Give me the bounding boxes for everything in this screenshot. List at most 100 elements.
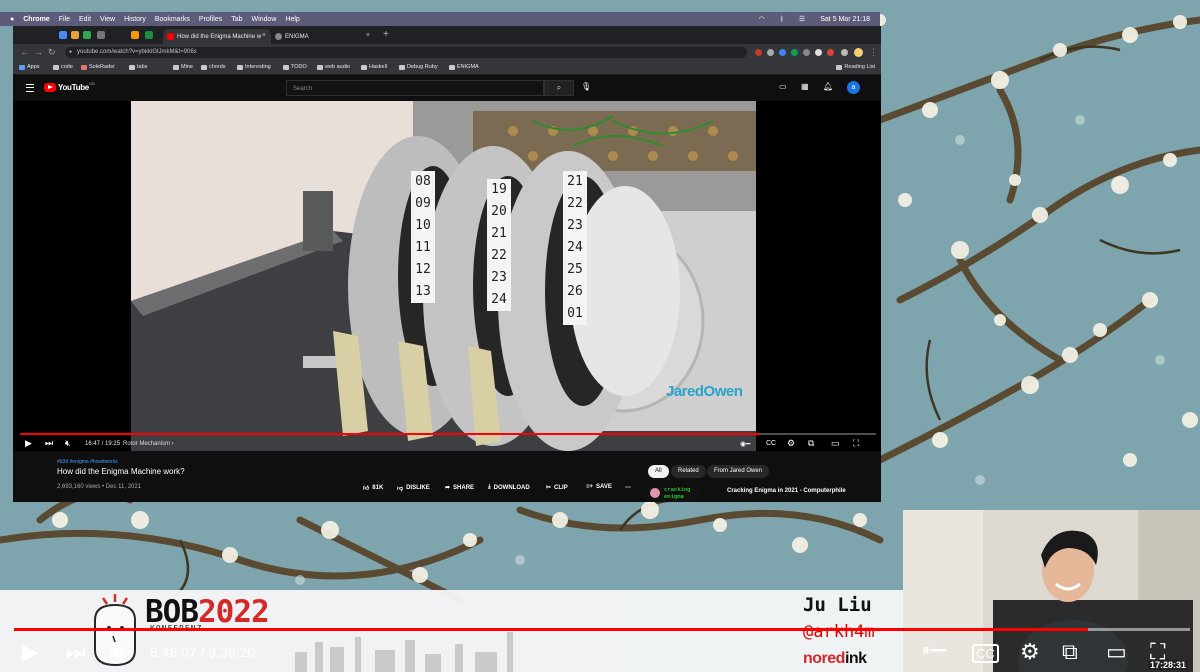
wifi-icon[interactable]: ◠ <box>759 15 765 23</box>
bookmark-code[interactable]: code <box>53 64 73 70</box>
microphone-icon[interactable]: 🎙 <box>581 82 591 91</box>
extension-icon[interactable] <box>767 49 774 56</box>
profile-avatar-icon[interactable] <box>854 48 863 57</box>
menu-profiles[interactable]: Profiles <box>199 16 222 23</box>
bookmark-web-audio[interactable]: web audio <box>317 64 350 70</box>
extension-icon[interactable] <box>827 49 834 56</box>
next-video-icon[interactable]: ⏭ <box>45 438 53 449</box>
youtube-logo-text[interactable]: YouTube <box>58 83 89 92</box>
close-tab-icon[interactable]: × <box>262 32 266 39</box>
account-avatar[interactable]: a <box>847 81 860 94</box>
menu-history[interactable]: History <box>124 16 146 23</box>
bookmark-mine[interactable]: Mine <box>173 64 193 70</box>
menu-file[interactable]: File <box>59 16 70 23</box>
subtitles-icon[interactable]: CC <box>766 440 776 447</box>
menu-clock[interactable]: Sat 5 Mar 21:18 <box>820 16 870 23</box>
play-icon[interactable]: ▶ <box>22 639 39 665</box>
menu-window[interactable]: Window <box>252 16 277 23</box>
menu-app-name[interactable]: Chrome <box>23 16 49 23</box>
back-icon[interactable]: ← <box>20 47 29 57</box>
bookmark-debug-ruby[interactable]: Debug Ruby <box>399 64 438 70</box>
save-button[interactable]: ≡+ SAVE <box>586 484 612 490</box>
settings-gear-icon[interactable]: ⚙ <box>1020 639 1040 665</box>
pinned-tab-icon[interactable] <box>71 31 79 39</box>
menu-bookmarks[interactable]: Bookmarks <box>155 16 190 23</box>
player-progress-bar[interactable] <box>20 433 876 435</box>
subtitles-icon[interactable]: CC <box>972 644 999 663</box>
next-video-icon[interactable]: ⏭ <box>66 639 86 665</box>
extension-icon[interactable] <box>755 49 762 56</box>
bookmark-label: Apps <box>27 64 40 70</box>
miniplayer-icon[interactable]: ⧉ <box>808 438 814 449</box>
menu-edit[interactable]: Edit <box>79 16 91 23</box>
rotor-middle-letters: 19 20 21 22 23 24 <box>487 179 511 311</box>
notifications-bell-icon[interactable]: 🔔︎ <box>823 82 833 91</box>
more-actions-icon[interactable]: ⋯ <box>625 484 631 491</box>
settings-gear-icon[interactable]: ⚙ <box>787 438 795 449</box>
menu-help[interactable]: Help <box>285 16 299 23</box>
pinned-tab-icon[interactable] <box>97 31 105 39</box>
chapter-title[interactable]: Rotor Mechanism › <box>123 441 174 447</box>
bookmark-tabs[interactable]: tabs <box>129 64 147 70</box>
menu-tab[interactable]: Tab <box>231 16 242 23</box>
reload-icon[interactable]: ↻ <box>48 47 56 58</box>
bookmark-apps[interactable]: Apps <box>19 64 40 70</box>
hamburger-menu-icon[interactable] <box>26 84 34 92</box>
bookmark-soleradar[interactable]: SoleRader <box>81 64 115 70</box>
volume-icon[interactable]: 🔊︎ <box>110 639 124 665</box>
extension-icon[interactable] <box>815 49 822 56</box>
bookmark-todo[interactable]: TODO <box>283 64 307 70</box>
close-tab-icon[interactable]: × <box>366 32 370 39</box>
download-button[interactable]: ⤓ DOWNLOAD <box>488 484 530 491</box>
theater-mode-icon[interactable]: ▭ <box>1106 639 1127 665</box>
pinned-tab-icon[interactable] <box>131 31 139 39</box>
recommendation-thumbnail[interactable]: cracking enigma <box>648 487 698 502</box>
fullscreen-icon[interactable]: ⛶ <box>853 438 859 449</box>
autoplay-toggle-icon[interactable]: ◉━ <box>740 440 750 448</box>
extension-icon[interactable] <box>779 49 786 56</box>
channel-watermark[interactable]: JaredOwen <box>666 383 743 400</box>
chip-from-channel[interactable]: From Jared Owen <box>707 465 770 478</box>
tab-enigma[interactable]: ENIGMA × <box>271 29 375 44</box>
youtube-logo-icon[interactable] <box>44 83 56 92</box>
miniplayer-icon[interactable]: ⧉ <box>1062 639 1078 665</box>
mute-icon[interactable]: 🔇︎ <box>65 438 71 449</box>
apps-grid-icon[interactable]: ▦ <box>801 82 809 91</box>
bookmark-interesting[interactable]: Interesting <box>237 64 271 70</box>
clip-button[interactable]: ✂ CLIP <box>546 484 568 492</box>
new-tab-icon[interactable]: + <box>383 29 389 40</box>
pinned-tab-icon[interactable] <box>83 31 91 39</box>
apple-icon[interactable]: ● <box>10 16 14 23</box>
kebab-menu-icon[interactable]: ⋮ <box>869 47 878 58</box>
theater-mode-icon[interactable]: ▭ <box>831 438 840 449</box>
share-button[interactable]: ➦ SHARE <box>445 484 474 492</box>
like-button[interactable]: 👍︎ 81K <box>363 484 383 492</box>
play-icon[interactable]: ▶ <box>25 438 32 449</box>
chip-all[interactable]: All <box>648 465 669 478</box>
chip-related[interactable]: Related <box>671 465 706 478</box>
address-bar[interactable]: ● youtube.com/watch?v=ybkkiGtJmkM&t=906s <box>65 47 747 58</box>
dislike-button[interactable]: 👎︎ DISLIKE <box>397 484 430 492</box>
forward-icon[interactable]: → <box>34 47 43 57</box>
search-input[interactable]: Search <box>286 80 544 96</box>
search-button[interactable]: ⌕ <box>544 80 574 96</box>
tab-youtube-video[interactable]: How did the Enigma Machine w × <box>163 29 271 44</box>
bookmark-haskell[interactable]: Haskell <box>361 64 387 70</box>
recommendation-title[interactable]: Cracking Enigma in 2021 - Computerphile <box>727 488 847 494</box>
menu-view[interactable]: View <box>100 16 115 23</box>
control-center-icon[interactable]: ☰ <box>799 15 805 23</box>
video-player[interactable]: 08 09 10 11 12 13 19 20 21 22 23 24 21 2… <box>13 101 881 451</box>
puzzle-icon[interactable] <box>841 49 848 56</box>
extension-icon[interactable] <box>803 49 810 56</box>
create-video-icon[interactable]: ▭ <box>779 82 787 91</box>
reading-list[interactable]: Reading List <box>836 64 875 70</box>
extension-icon[interactable] <box>791 49 798 56</box>
bluetooth-icon[interactable]: ᛒ <box>780 16 784 23</box>
outer-progress-bar[interactable] <box>14 628 1190 631</box>
pinned-tab-icon[interactable] <box>59 31 67 39</box>
bookmark-chords[interactable]: chords <box>201 64 226 70</box>
hashtags[interactable]: #b3d #enigma #howitworks <box>57 459 118 465</box>
pinned-tab-icon[interactable] <box>145 31 153 39</box>
autoplay-toggle-icon[interactable]: ⏸━ <box>922 642 946 660</box>
bookmark-enigma[interactable]: ENIGMA <box>449 64 479 70</box>
